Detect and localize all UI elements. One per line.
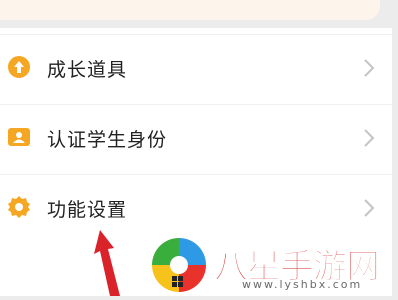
menu-item-label: 成长道具 — [47, 59, 128, 81]
upload-coin-icon — [7, 55, 31, 79]
chevron-right-icon — [362, 128, 376, 148]
chevron-right-icon — [362, 198, 376, 218]
menu-item-label: 认证学生身份 — [47, 129, 168, 151]
top-card — [0, 0, 380, 20]
watermark-logo-icon — [150, 236, 208, 294]
chevron-right-icon — [362, 58, 376, 78]
menu-item-student-verify[interactable]: 认证学生身份 — [0, 106, 392, 174]
divider — [0, 104, 392, 105]
divider — [0, 34, 392, 35]
gear-icon — [7, 195, 31, 219]
id-card-icon — [7, 125, 31, 149]
menu-item-label: 功能设置 — [47, 199, 128, 221]
divider — [0, 174, 392, 175]
pointer-arrow-icon — [88, 226, 134, 296]
watermark: 八星手游网 www.lyshbx.com — [150, 234, 398, 296]
watermark-url: www.lyshbx.com — [242, 278, 363, 291]
menu-item-growth-props[interactable]: 成长道具 — [0, 36, 392, 104]
